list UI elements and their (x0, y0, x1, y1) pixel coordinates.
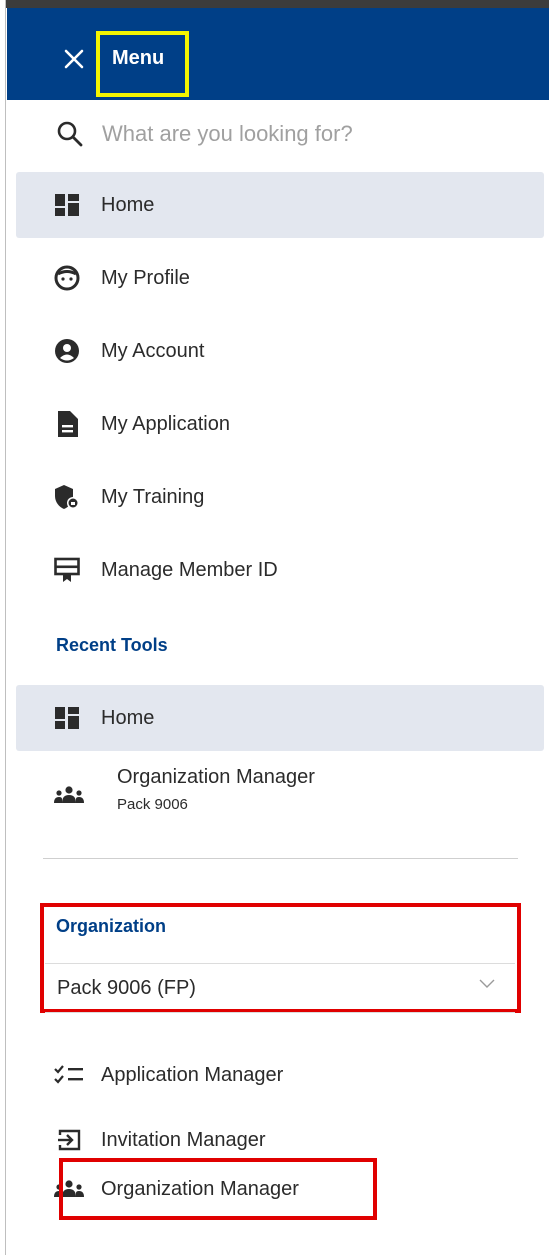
member-card-icon (54, 557, 80, 583)
face-icon (54, 265, 80, 291)
organization-title: Organization (56, 916, 167, 936)
checklist-icon (54, 1063, 84, 1087)
section-divider (43, 858, 518, 859)
recent-item-label: Home (101, 706, 155, 729)
close-menu-button[interactable] (57, 42, 91, 76)
organization-select[interactable]: Pack 9006 (FP) (45, 963, 515, 1013)
nav-item-label: Manage Member ID (101, 558, 278, 581)
nav-item-label: Home (101, 193, 155, 216)
tool-item-organization-manager[interactable]: Organization Manager (16, 1159, 544, 1219)
nav-item-my-account[interactable]: My Account (16, 318, 544, 384)
nav-item-my-profile[interactable]: My Profile (16, 245, 544, 311)
nav-item-my-training[interactable]: My Training (16, 464, 544, 530)
tool-item-label: Organization Manager (101, 1177, 299, 1200)
recent-item-organization-manager[interactable]: Organization Manager Pack 9006 (16, 758, 544, 828)
panel-left-edge (0, 0, 6, 1255)
organization-select-value: Pack 9006 (FP) (57, 976, 196, 999)
shield-training-icon (54, 484, 80, 510)
tool-item-label: Invitation Manager (101, 1128, 266, 1151)
recent-item-label: Organization Manager (117, 766, 315, 788)
search-bar[interactable] (56, 115, 526, 153)
dashboard-icon (54, 192, 80, 218)
nav-item-my-application[interactable]: My Application (16, 391, 544, 457)
close-icon (64, 49, 84, 69)
chevron-down-icon (479, 979, 495, 988)
nav-item-label: My Profile (101, 266, 190, 289)
group-icon (54, 1177, 84, 1201)
recent-item-sublabel: Pack 9006 (117, 796, 188, 813)
nav-item-label: My Application (101, 412, 230, 435)
login-box-icon (54, 1128, 84, 1152)
dashboard-icon (54, 705, 80, 731)
tool-item-label: Application Manager (101, 1063, 284, 1086)
tool-item-application-manager[interactable]: Application Manager (16, 1045, 544, 1105)
account-circle-icon (54, 338, 80, 364)
search-input[interactable] (102, 121, 522, 147)
nav-item-label: My Training (101, 485, 205, 508)
search-icon (57, 121, 83, 147)
nav-item-label: My Account (101, 339, 205, 362)
recent-item-home[interactable]: Home (16, 685, 544, 751)
group-icon (54, 786, 84, 806)
nav-item-home[interactable]: Home (16, 172, 544, 238)
recent-tools-title: Recent Tools (56, 635, 168, 655)
nav-item-manage-member-id[interactable]: Manage Member ID (16, 537, 544, 603)
document-icon (54, 411, 80, 437)
menu-title: Menu (96, 31, 189, 97)
window-top-strip (0, 0, 549, 8)
